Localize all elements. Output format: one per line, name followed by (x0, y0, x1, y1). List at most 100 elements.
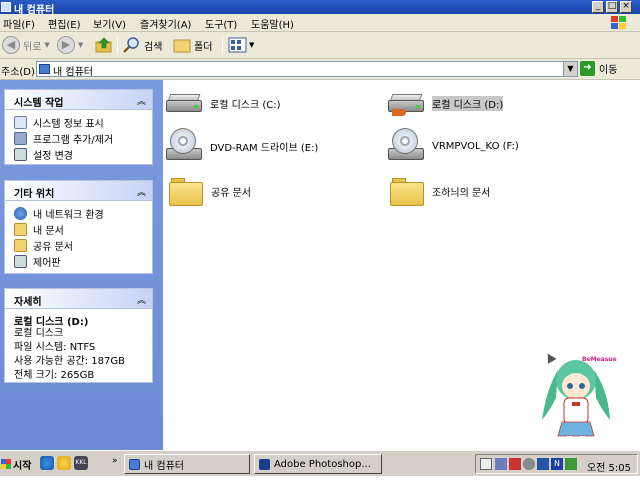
user-documents-item[interactable]: 조하늬의 문서 (390, 176, 490, 206)
item-label: 로컬 디스크 (C:) (210, 99, 281, 111)
mascot-character-icon (542, 360, 610, 443)
collapse-chevron-icon[interactable]: ︽ (137, 293, 146, 306)
details-total-size: 전체 크기: 265GB (14, 370, 95, 381)
share-hand-icon (392, 109, 406, 116)
control-panel-link[interactable]: 제어판 (14, 254, 61, 269)
chevron-down-icon: ▼ (44, 41, 50, 49)
go-label: 이동 (599, 65, 618, 76)
documents-icon (14, 223, 27, 236)
menu-favorites[interactable]: 즐겨찾기(A) (140, 16, 191, 31)
drive-e-item[interactable]: DVD-RAM 드라이브 (E:) (166, 128, 318, 164)
control-panel-icon (14, 255, 27, 268)
start-button[interactable]: 시작 (1, 454, 37, 474)
kkl-app-icon[interactable]: KKL (74, 456, 88, 470)
drive-c-item[interactable]: 로컬 디스크 (C:) (166, 90, 281, 116)
internet-explorer-icon[interactable] (40, 456, 54, 470)
quicklaunch-chevron-icon[interactable]: » (112, 456, 118, 466)
windows-logo-icon (611, 16, 626, 29)
link-label: 제어판 (33, 258, 61, 269)
menu-help[interactable]: 도움말(H) (251, 16, 294, 31)
link-label: 설정 변경 (33, 151, 73, 162)
photoshop-icon (259, 458, 270, 470)
mascot-widget[interactable]: BeMeasue (536, 350, 636, 446)
shield-icon[interactable] (523, 458, 535, 470)
help-icon[interactable] (480, 458, 492, 470)
panel-title: 자세히 (14, 297, 42, 308)
address-dropdown-button[interactable]: ▼ (563, 62, 577, 76)
forward-button[interactable]: ▶ ▼ (57, 35, 83, 55)
task-pane: 시스템 작업 ︽ 시스템 정보 표시 프로그램 추가/제거 설정 변경 기타 위… (0, 80, 163, 450)
network-places-link[interactable]: 내 네트워크 환경 (14, 206, 104, 221)
cd-drive-icon (166, 128, 202, 164)
network-icon[interactable] (495, 458, 507, 470)
details-filesystem: 파일 시스템: NTFS (14, 342, 96, 353)
shared-documents-item[interactable]: 공유 문서 (169, 176, 251, 206)
add-remove-programs-link[interactable]: 프로그램 추가/제거 (14, 131, 113, 146)
details-header[interactable]: 자세히 ︽ (5, 289, 152, 309)
folder-icon (14, 239, 27, 252)
panel-title: 시스템 작업 (14, 98, 64, 109)
item-label: 공유 문서 (211, 187, 251, 199)
address-value: 내 컴퓨터 (53, 67, 93, 78)
system-tray: N 오전 5:05 (475, 454, 638, 474)
details-type: 로컬 디스크 (14, 328, 64, 339)
menu-tools[interactable]: 도구(T) (205, 16, 237, 31)
shared-documents-link[interactable]: 공유 문서 (14, 238, 73, 253)
my-computer-icon (129, 458, 140, 470)
up-folder-icon (95, 37, 112, 53)
my-computer-icon (39, 64, 50, 74)
task-my-computer[interactable]: 내 컴퓨터 (124, 454, 250, 474)
system-tasks-header[interactable]: 시스템 작업 ︽ (5, 90, 152, 110)
leaf-app-icon[interactable] (565, 458, 577, 470)
mascot-label: BeMeasue (582, 356, 617, 363)
link-label: 내 문서 (33, 226, 64, 237)
panel-title: 기타 위치 (14, 189, 55, 200)
taskbar: 시작 KKL » 내 컴퓨터 Adobe Photoshop... N 오전 5… (0, 450, 640, 476)
clock: 오전 5:05 (586, 463, 631, 474)
search-button[interactable]: 검색 (123, 35, 162, 55)
views-button[interactable]: ▼ (228, 35, 254, 55)
close-button[interactable]: × (620, 1, 632, 13)
back-arrow-icon: ◀ (2, 36, 20, 54)
folder-icon (390, 176, 424, 206)
chevron-down-icon: ▼ (249, 41, 255, 49)
messenger-icon[interactable] (57, 456, 71, 470)
collapse-chevron-icon[interactable]: ︽ (137, 185, 146, 198)
forward-arrow-icon: ▶ (57, 36, 75, 54)
drive-d-item[interactable]: 로컬 디스크 (D:) (388, 90, 504, 116)
up-folder-button[interactable] (95, 35, 113, 55)
go-button[interactable]: ➜ 이동 (580, 61, 617, 76)
collapse-chevron-icon[interactable]: ︽ (137, 94, 146, 107)
menu-view[interactable]: 보기(V) (93, 16, 126, 31)
maximize-button[interactable]: □ (606, 1, 618, 13)
my-documents-link[interactable]: 내 문서 (14, 222, 64, 237)
address-input[interactable]: 내 컴퓨터 ▼ (36, 61, 578, 78)
control-panel-icon (14, 148, 27, 161)
menu-bar: 파일(F) 편집(E) 보기(V) 즐겨찾기(A) 도구(T) 도움말(H) (0, 14, 640, 32)
my-computer-icon (1, 2, 11, 12)
menu-file[interactable]: 파일(F) (3, 16, 35, 31)
item-label: VRMPVOL_KO (F:) (432, 140, 519, 152)
add-remove-icon (14, 132, 27, 145)
search-icon (123, 37, 139, 53)
link-label: 공유 문서 (33, 242, 73, 253)
hard-drive-icon (166, 90, 202, 116)
minimize-button[interactable]: _ (592, 1, 604, 13)
network-icon (14, 207, 27, 220)
show-system-info-link[interactable]: 시스템 정보 표시 (14, 115, 104, 130)
drive-f-item[interactable]: VRMPVOL_KO (F:) (388, 128, 519, 164)
other-places-panel: 기타 위치 ︽ 내 네트워크 환경 내 문서 공유 문서 제어판 (4, 180, 153, 274)
task-label: Adobe Photoshop... (274, 458, 371, 470)
n-app-icon[interactable]: N (551, 458, 563, 470)
folder-icon (169, 176, 203, 206)
title-bar[interactable]: 내 컴퓨터 _ □ × (0, 0, 640, 16)
change-settings-link[interactable]: 설정 변경 (14, 147, 73, 162)
back-button[interactable]: ◀ 뒤로 ▼ (2, 35, 50, 55)
folders-button[interactable]: 폴더 (173, 35, 212, 55)
other-places-header[interactable]: 기타 위치 ︽ (5, 181, 152, 201)
monitor-icon[interactable] (537, 458, 549, 470)
speaker-icon[interactable] (509, 458, 521, 470)
task-photoshop[interactable]: Adobe Photoshop... (254, 454, 382, 474)
menu-edit[interactable]: 편집(E) (48, 16, 81, 31)
chevron-down-icon: ▼ (78, 41, 84, 49)
